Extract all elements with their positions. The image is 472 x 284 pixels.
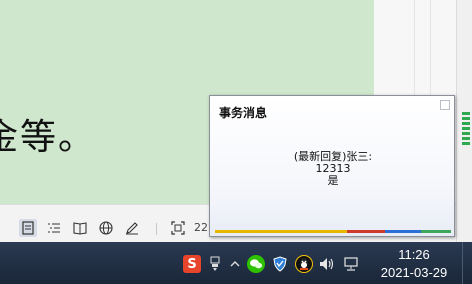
notification-line: 是 bbox=[327, 174, 339, 187]
desktop-screen: 金等。 22 S 11:26 2021-03-29 事务消息 (最新回复)张三:… bbox=[0, 0, 472, 284]
status-divider bbox=[156, 223, 157, 235]
clock-time: 11:26 bbox=[398, 247, 430, 262]
usb-device-icon[interactable] bbox=[206, 255, 224, 273]
network-icon[interactable] bbox=[342, 255, 360, 273]
qq-icon[interactable] bbox=[295, 255, 313, 273]
notification-title: 事务消息 bbox=[219, 106, 268, 120]
reading-mode-icon[interactable] bbox=[71, 219, 89, 237]
outline-icon[interactable] bbox=[45, 219, 63, 237]
clock-date: 2021-03-29 bbox=[380, 265, 448, 280]
popup-corner-icon[interactable] bbox=[440, 100, 450, 110]
show-hidden-icons-chevron[interactable] bbox=[226, 255, 244, 273]
strip-segment bbox=[385, 230, 421, 233]
page-view-icon[interactable] bbox=[19, 219, 37, 237]
sogou-ime-icon[interactable]: S bbox=[183, 255, 201, 273]
document-text: 金等。 bbox=[0, 117, 97, 158]
taskbar-clock[interactable]: 11:26 2021-03-29 bbox=[372, 246, 456, 282]
volume-icon[interactable] bbox=[318, 255, 336, 273]
wechat-icon[interactable] bbox=[247, 255, 265, 273]
show-desktop-button[interactable] bbox=[462, 242, 472, 284]
strip-segment bbox=[347, 230, 385, 233]
notification-popup[interactable]: 事务消息 (最新回复)张三: 12313 是 bbox=[209, 95, 455, 237]
web-view-icon[interactable] bbox=[97, 219, 115, 237]
notification-message: (最新回复)张三: 12313 是 bbox=[210, 151, 456, 187]
security-shield-icon[interactable] bbox=[271, 255, 289, 273]
notification-color-strip bbox=[215, 230, 451, 233]
level-indicator-icon bbox=[462, 112, 470, 146]
strip-segment bbox=[421, 230, 451, 233]
zoom-level[interactable]: 22 bbox=[194, 221, 208, 234]
strip-segment bbox=[215, 230, 347, 233]
pen-icon[interactable] bbox=[123, 219, 141, 237]
fullscreen-icon[interactable] bbox=[169, 219, 187, 237]
